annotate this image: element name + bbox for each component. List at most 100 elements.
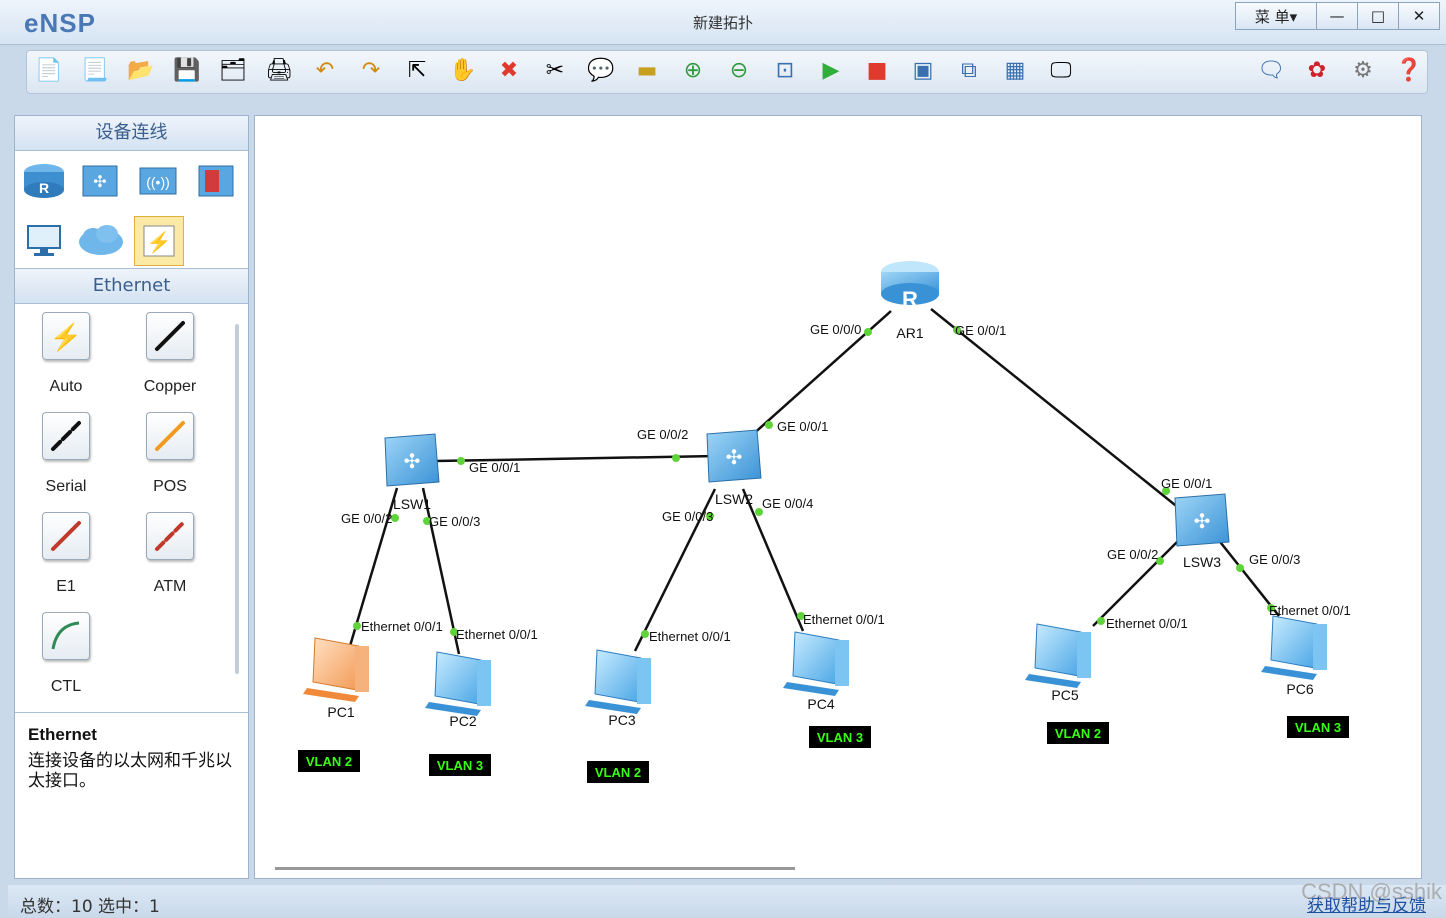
- close-button[interactable]: ✕: [1398, 2, 1440, 30]
- save-as-icon[interactable]: 🗂: [219, 57, 247, 85]
- capture-icon[interactable]: ▣: [909, 57, 937, 85]
- topology-svg[interactable]: R AR1 ✣ LSW1 ✣ LSW2 ✣ LSW3 PC1 PC2 PC3 P…: [255, 116, 1430, 878]
- settings-icon[interactable]: ⚙: [1349, 57, 1377, 85]
- topology-canvas[interactable]: R AR1 ✣ LSW1 ✣ LSW2 ✣ LSW3 PC1 PC2 PC3 P…: [254, 115, 1430, 879]
- device-label-ar1: AR1: [896, 325, 923, 341]
- copper-cable[interactable]: Copper: [130, 308, 210, 398]
- pc-icon[interactable]: [20, 218, 68, 262]
- port-label: Ethernet 0/0/1: [361, 619, 443, 634]
- open-icon[interactable]: 📂: [127, 57, 155, 85]
- wireless-icon[interactable]: ((•)): [134, 158, 182, 202]
- port-label: Ethernet 0/0/1: [1106, 616, 1188, 631]
- cable-label: CTL: [50, 678, 82, 695]
- vlan-tag-pc1: VLAN 2: [298, 750, 360, 772]
- port-label: Ethernet 0/0/1: [803, 612, 885, 627]
- router-ar1[interactable]: R AR1: [881, 261, 939, 341]
- pc-pc6[interactable]: PC6: [1261, 615, 1327, 697]
- svg-text:✣: ✣: [93, 174, 106, 191]
- svg-text:R: R: [39, 180, 49, 196]
- svg-text:⚡: ⚡: [50, 322, 82, 353]
- redo-icon[interactable]: ↷: [357, 57, 385, 85]
- ctl-cable-icon: [42, 612, 90, 660]
- text-label-icon[interactable]: 💬: [587, 57, 615, 85]
- svg-text:VLAN 2: VLAN 2: [1055, 726, 1101, 741]
- pc-pc3[interactable]: PC3: [585, 649, 651, 728]
- atm-cable[interactable]: ATM: [130, 508, 210, 598]
- description-title: Ethernet: [28, 725, 97, 744]
- serial-cable[interactable]: Serial: [26, 408, 106, 498]
- help-icon[interactable]: ❓: [1395, 57, 1423, 85]
- port-label: GE 0/0/1: [469, 460, 520, 475]
- fit-view-icon[interactable]: ⊡: [771, 57, 799, 85]
- vlan-tag-pc3: VLAN 2: [587, 761, 649, 783]
- undo-icon[interactable]: ↶: [311, 57, 339, 85]
- svg-text:VLAN 2: VLAN 2: [595, 765, 641, 780]
- port-label: Ethernet 0/0/1: [649, 629, 731, 644]
- port-label: GE 0/0/3: [429, 514, 480, 529]
- status-bar: 总数：10 选中：1 获取帮助与反馈 CSDN @sshik: [8, 879, 1446, 918]
- cable-label: Serial: [45, 478, 87, 495]
- zoom-in-icon[interactable]: ⊕: [679, 57, 707, 85]
- zoom-out-icon[interactable]: ⊖: [725, 57, 753, 85]
- save-icon[interactable]: 💾: [173, 57, 201, 85]
- grid-icon[interactable]: ▦: [1001, 57, 1029, 85]
- vlan-tag-pc4: VLAN 3: [809, 726, 871, 748]
- delete-icon[interactable]: ✖: [495, 57, 523, 85]
- port-label: GE 0/0/2: [1107, 547, 1158, 562]
- pc-pc5[interactable]: PC5: [1025, 623, 1091, 703]
- horizontal-scrollbar[interactable]: [275, 867, 795, 870]
- ctl-cable[interactable]: CTL: [26, 608, 106, 698]
- panel-scrollbar[interactable]: [235, 324, 239, 674]
- port-label: GE 0/0/1: [1161, 476, 1212, 491]
- link-ar1-lsw3: [930, 308, 1196, 522]
- new-example-icon[interactable]: 📃: [81, 57, 109, 85]
- connection-icon[interactable]: ⚡: [134, 216, 184, 266]
- device-label-pc5: PC5: [1051, 687, 1078, 703]
- stop-device-icon[interactable]: ■: [863, 57, 891, 85]
- pan-hand-icon[interactable]: ✋: [449, 57, 477, 85]
- topology-icon[interactable]: ⧉: [955, 57, 983, 85]
- switch-lsw1[interactable]: ✣ LSW1: [384, 433, 440, 512]
- select-icon[interactable]: ⇱: [403, 57, 431, 85]
- switch-lsw3[interactable]: ✣ LSW3: [1174, 493, 1230, 570]
- chat-icon[interactable]: 🗨: [1257, 57, 1285, 85]
- pos-cable[interactable]: POS: [130, 408, 210, 498]
- watermark: CSDN @sshik: [1301, 879, 1442, 904]
- serial-cable-icon: [42, 412, 90, 460]
- router-icon[interactable]: R: [20, 158, 68, 202]
- cloud-icon[interactable]: [77, 218, 125, 262]
- port-label: GE 0/0/4: [762, 496, 813, 511]
- switch-lsw2[interactable]: ✣ LSW2: [706, 429, 762, 507]
- device-label-lsw1: LSW1: [393, 496, 431, 512]
- port-label: Ethernet 0/0/1: [456, 627, 538, 642]
- maximize-button[interactable]: □: [1357, 2, 1399, 30]
- screenshot-icon[interactable]: 🖵: [1047, 57, 1075, 85]
- svg-text:VLAN 3: VLAN 3: [437, 758, 483, 773]
- minimize-button[interactable]: —: [1316, 2, 1358, 30]
- device-label-pc1: PC1: [327, 704, 354, 720]
- huawei-icon[interactable]: ✿: [1303, 57, 1331, 85]
- svg-text:⚡: ⚡: [147, 230, 172, 254]
- pc-pc4[interactable]: PC4: [783, 631, 849, 712]
- port-labels: GE 0/0/0 GE 0/0/1 GE 0/0/1 GE 0/0/2 GE 0…: [341, 322, 1351, 644]
- window-title: 新建拓扑: [692, 14, 753, 32]
- print-icon[interactable]: 🖨: [265, 57, 293, 85]
- rectangle-icon[interactable]: ▬: [633, 57, 661, 85]
- app-logo: eNSP: [24, 8, 96, 38]
- auto-cable[interactable]: ⚡ Auto: [26, 308, 106, 398]
- title-bar: eNSP 新建拓扑 菜 单▾ — □ ✕: [0, 0, 1446, 45]
- pc-pc2[interactable]: PC2: [425, 651, 491, 729]
- delete-link-icon[interactable]: ✂: [541, 57, 569, 85]
- device-section-title: 设备连线: [15, 116, 248, 151]
- firewall-icon[interactable]: [191, 158, 239, 202]
- vlan-tag-pc5: VLAN 2: [1047, 722, 1109, 744]
- e1-cable[interactable]: E1: [26, 508, 106, 598]
- cable-description: Ethernet 连接设备的以太网和千兆以太接口。: [15, 712, 248, 879]
- vlan-tag-pc2: VLAN 3: [429, 754, 491, 776]
- pc-pc1[interactable]: PC1: [303, 637, 369, 720]
- new-topology-icon[interactable]: 📄: [35, 57, 63, 85]
- switch-icon[interactable]: ✣: [77, 158, 125, 202]
- device-label-lsw2: LSW2: [715, 491, 753, 507]
- main-menu-button[interactable]: 菜 单▾: [1235, 2, 1317, 30]
- start-device-icon[interactable]: ▶: [817, 57, 845, 85]
